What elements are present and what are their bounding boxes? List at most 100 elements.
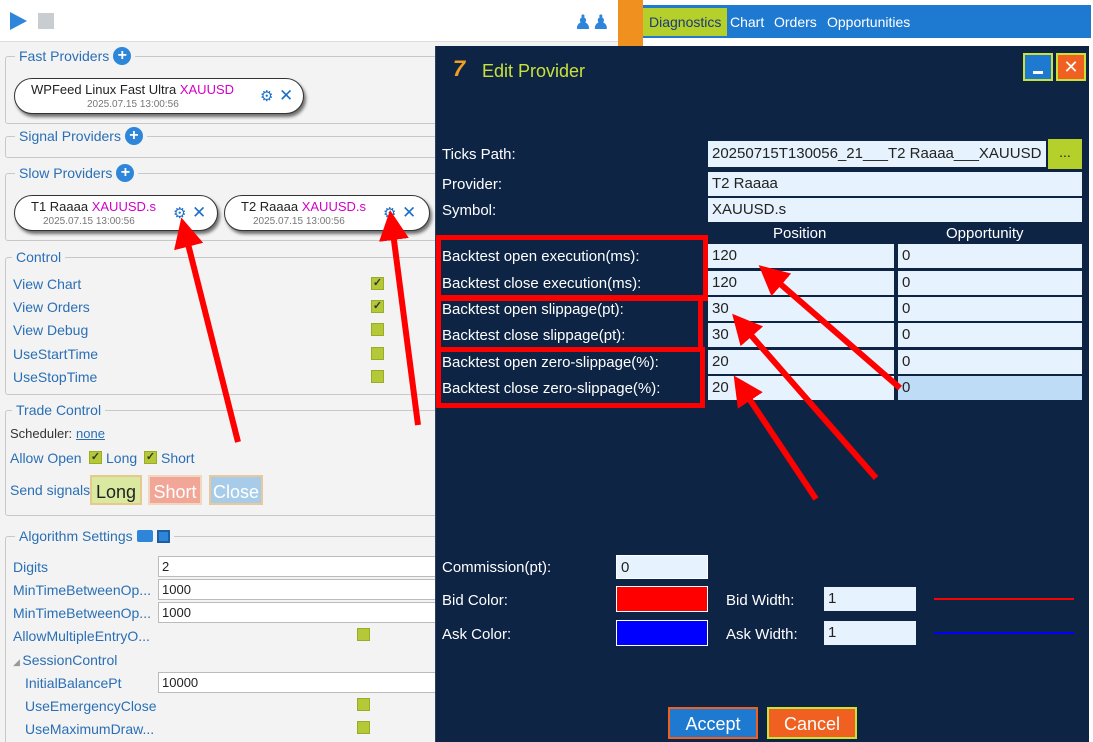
minimize-button[interactable] [1023, 53, 1053, 81]
slow-providers-title: Slow Providers + [15, 164, 139, 182]
provider-name: T1 Raaaa XAUUSD.s [31, 199, 157, 214]
users-icon[interactable]: ♟♟ [574, 10, 610, 35]
ask-color-label: Ask Color: [442, 626, 512, 643]
save-icon[interactable] [156, 529, 170, 543]
opportunity-column-header: Opportunity [946, 225, 1024, 242]
annotation-box [436, 347, 705, 408]
use-emergency-close-checkbox[interactable] [357, 698, 370, 711]
signal-providers-title: Signal Providers + [15, 127, 147, 145]
position-column-header: Position [773, 225, 827, 242]
play-icon[interactable] [10, 12, 27, 30]
browse-button[interactable]: ... [1048, 139, 1082, 169]
view-debug-label: View Debug [13, 322, 89, 338]
long-checkbox[interactable]: ✓ [89, 451, 102, 464]
opportunity-input[interactable]: 0 [898, 376, 1082, 400]
provider-time: 2025.07.15 13:00:56 [87, 99, 179, 110]
opportunity-input[interactable]: 0 [898, 244, 1082, 268]
use-start-time-checkbox[interactable] [371, 347, 384, 360]
view-orders-checkbox[interactable]: ✓ [371, 300, 384, 313]
opportunity-input[interactable]: 0 [898, 323, 1082, 347]
cancel-button[interactable]: Cancel [767, 707, 857, 739]
ticks-path-field[interactable]: 20250715T130056_21___T2 Raaaa___XAUUSD [708, 141, 1046, 167]
long-button[interactable]: Long [90, 475, 142, 505]
bid-color-label: Bid Color: [442, 592, 508, 609]
algorithm-settings-title: Algorithm Settings [15, 528, 174, 544]
close-icon: ✕ [1063, 57, 1079, 77]
position-input[interactable]: 20 [708, 350, 894, 374]
min-time-open2-input[interactable]: 1000 [158, 602, 448, 623]
accept-button[interactable]: Accept [668, 707, 758, 739]
gear-icon[interactable]: ⚙ [260, 87, 273, 105]
tab-orders[interactable]: Orders [768, 8, 823, 36]
orange-strip [618, 0, 643, 46]
session-control-label: ◢ SessionControl [13, 652, 118, 668]
close-icon[interactable]: ✕ [402, 204, 416, 221]
add-signal-provider-icon[interactable]: + [124, 127, 143, 145]
short-checkbox[interactable]: ✓ [144, 451, 157, 464]
close-button[interactable]: Close [209, 475, 263, 505]
stop-icon[interactable] [38, 13, 54, 29]
opportunity-input[interactable]: 0 [898, 350, 1082, 374]
commission-input[interactable]: 0 [616, 555, 708, 579]
scheduler-label: Scheduler: [10, 426, 73, 441]
tab-opportunities[interactable]: Opportunities [821, 8, 916, 36]
minimize-icon [1033, 71, 1043, 74]
opportunity-input[interactable]: 0 [898, 297, 1082, 321]
provider-field[interactable]: T2 Raaaa [708, 172, 1082, 196]
trade-control-title: Trade Control [12, 402, 106, 418]
short-label: Short [161, 450, 195, 466]
add-fast-provider-icon[interactable]: + [113, 47, 132, 65]
opportunity-input[interactable]: 0 [898, 271, 1082, 295]
symbol-field[interactable]: XAUUSD.s [708, 198, 1082, 222]
ask-width-input[interactable]: 1 [824, 621, 916, 645]
ask-color-swatch[interactable] [616, 620, 708, 646]
short-button[interactable]: Short [148, 475, 202, 505]
view-debug-checkbox[interactable] [371, 323, 384, 336]
digits-input[interactable]: 2 [158, 556, 448, 577]
slow-provider-pill[interactable]: T2 Raaaa XAUUSD.s 2025.07.15 13:00:56 ⚙ … [224, 195, 430, 231]
add-slow-provider-icon[interactable]: + [116, 164, 135, 182]
tab-diagnostics[interactable]: Diagnostics [643, 8, 728, 36]
algo-row-label: UseEmergencyClose [25, 698, 157, 714]
slow-provider-pill[interactable]: T1 Raaaa XAUUSD.s 2025.07.15 13:00:56 ⚙ … [14, 195, 218, 231]
position-input[interactable]: 30 [708, 297, 894, 321]
allow-open-label: Allow Open [10, 450, 82, 466]
fast-provider-pill[interactable]: WPFeed Linux Fast Ultra XAUUSD 2025.07.1… [14, 78, 304, 114]
folder-icon[interactable] [136, 530, 153, 542]
provider-label: Provider: [442, 176, 503, 193]
bid-line-preview [934, 598, 1074, 600]
close-icon[interactable]: ✕ [279, 87, 293, 104]
view-chart-checkbox[interactable]: ✓ [371, 277, 384, 290]
use-max-drawdown-checkbox[interactable] [357, 721, 370, 734]
initial-balance-input[interactable]: 10000 [158, 672, 448, 693]
use-start-time-label: UseStartTime [13, 346, 99, 362]
scheduler-link[interactable]: none [76, 426, 105, 441]
commission-label: Commission(pt): [442, 559, 552, 576]
bid-color-swatch[interactable] [616, 586, 708, 612]
algo-row-label: UseMaximumDraw... [25, 721, 155, 737]
tab-chart[interactable]: Chart [724, 8, 770, 36]
provider-time: 2025.07.15 13:00:56 [43, 216, 135, 227]
allow-multiple-entry-checkbox[interactable] [357, 628, 370, 641]
algo-row-label: MinTimeBetweenOp... [13, 605, 151, 621]
view-chart-label: View Chart [13, 276, 82, 292]
position-input[interactable]: 20 [708, 376, 894, 400]
long-label: Long [106, 450, 138, 466]
gear-icon[interactable]: ⚙ [173, 204, 186, 222]
send-signals-label: Send signals: [10, 482, 95, 498]
position-input[interactable]: 120 [708, 244, 894, 268]
bid-width-input[interactable]: 1 [824, 587, 916, 611]
bid-width-label: Bid Width: [726, 592, 795, 609]
position-input[interactable]: 30 [708, 323, 894, 347]
close-icon[interactable]: ✕ [192, 204, 206, 221]
algo-row-label: AllowMultipleEntryO... [13, 628, 150, 644]
gear-icon[interactable]: ⚙ [383, 204, 396, 222]
collapse-icon[interactable]: ◢ [13, 657, 22, 667]
annotation-box [436, 235, 708, 301]
position-input[interactable]: 120 [708, 271, 894, 295]
ask-line-preview [934, 632, 1074, 634]
min-time-open-input[interactable]: 1000 [158, 579, 448, 600]
use-stop-time-checkbox[interactable] [371, 370, 384, 383]
close-dialog-button[interactable]: ✕ [1056, 53, 1086, 81]
ask-width-label: Ask Width: [726, 626, 798, 643]
